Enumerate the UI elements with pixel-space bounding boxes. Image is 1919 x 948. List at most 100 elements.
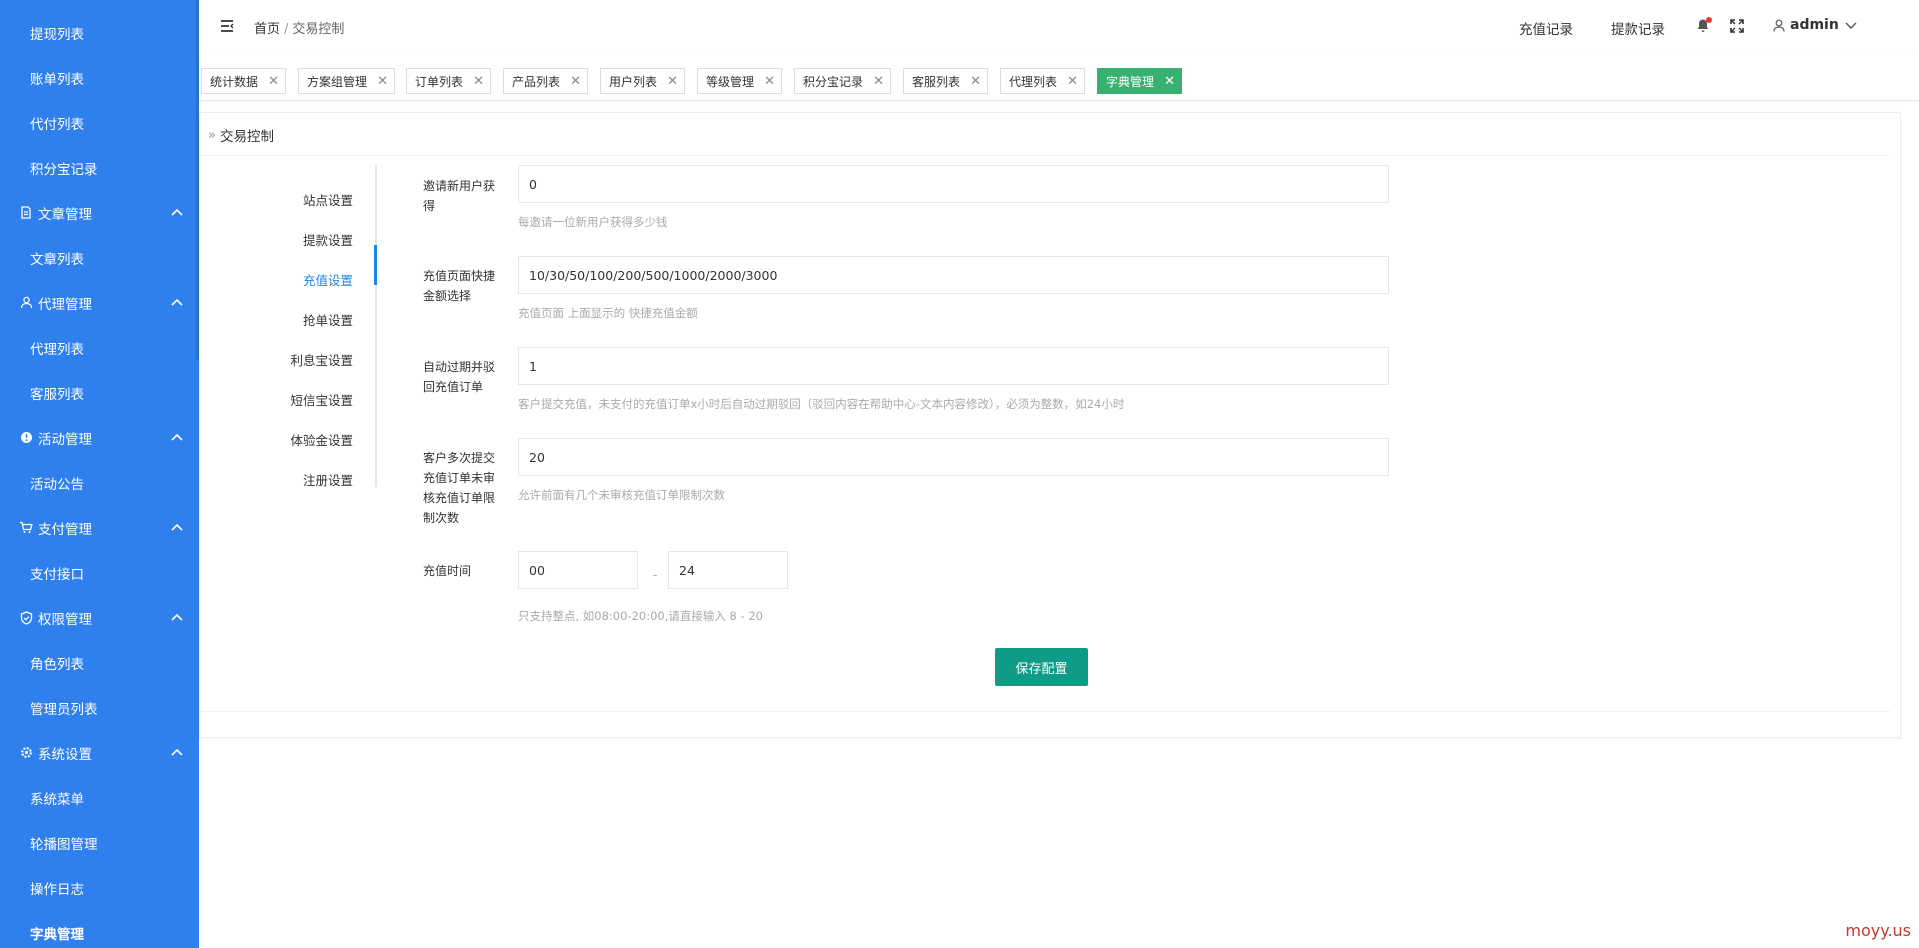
tab-agents[interactable]: 代理列表 ✕: [1000, 68, 1085, 94]
sidebar-item-points-record[interactable]: 积分宝记录: [0, 145, 199, 190]
sidebar-item-admin-list[interactable]: 管理员列表: [0, 685, 199, 730]
sidebar-group-label: 活动管理: [38, 431, 92, 448]
sidebar-item-announcements[interactable]: 活动公告: [0, 460, 199, 505]
sidebar-group-articles[interactable]: 文章管理: [0, 190, 199, 235]
breadcrumb-current: 交易控制: [292, 22, 345, 37]
quick-amounts-input[interactable]: 10/30/50/100/200/500/1000/2000/3000: [518, 256, 1389, 294]
recharge-time-start-input[interactable]: 00: [518, 551, 638, 589]
sidebar-item-label: 角色列表: [30, 656, 84, 673]
user-menu[interactable]: admin: [1773, 17, 1858, 33]
sidebar-item-article-list[interactable]: 文章列表: [0, 235, 199, 280]
close-icon[interactable]: ✕: [473, 74, 484, 89]
settings-nav-interest[interactable]: 利息宝设置: [290, 350, 353, 369]
divider: [200, 711, 1890, 712]
sidebar-item-support-list[interactable]: 客服列表: [0, 370, 199, 415]
sidebar-group-permissions[interactable]: 权限管理: [0, 595, 199, 640]
settings-nav-recharge[interactable]: 充值设置: [303, 270, 353, 289]
sidebar-group-activities[interactable]: 活动管理: [0, 415, 199, 460]
sidebar-group-payments[interactable]: 支付管理: [0, 505, 199, 550]
sidebar-item-label: 操作日志: [30, 881, 84, 898]
settings-nav-withdraw[interactable]: 提款设置: [303, 230, 353, 249]
sidebar-item-dictionary[interactable]: 字典管理: [0, 910, 199, 948]
auto-expire-input[interactable]: 1: [518, 347, 1389, 385]
sidebar-item-carousel[interactable]: 轮播图管理: [0, 820, 199, 865]
sidebar-group-label: 支付管理: [38, 521, 92, 538]
sidebar-item-agent-list[interactable]: 代理列表: [0, 325, 199, 370]
tab-statistics[interactable]: 统计数据 ✕: [201, 68, 286, 94]
sidebar-item-role-list[interactable]: 角色列表: [0, 640, 199, 685]
tab-orders[interactable]: 订单列表 ✕: [406, 68, 491, 94]
close-icon[interactable]: ✕: [377, 74, 388, 89]
tab-label: 字典管理: [1106, 74, 1155, 89]
sidebar-item-system-menu[interactable]: 系统菜单: [0, 775, 199, 820]
sidebar-item-label: 代付列表: [30, 116, 84, 133]
breadcrumb: 首页 / 交易控制: [254, 18, 344, 37]
tab-label: 订单列表: [415, 74, 464, 89]
sidebar-item-label: 字典管理: [30, 926, 84, 943]
settings-nav-sms[interactable]: 短信宝设置: [290, 390, 353, 409]
settings-nav-grab-order[interactable]: 抢单设置: [303, 310, 353, 329]
close-icon[interactable]: ✕: [667, 74, 678, 89]
recharge-time-end-input[interactable]: 24: [668, 551, 788, 589]
auto-expire-help: 客户提交充值，未支付的充值订单x小时后自动过期驳回（驳回内容在帮助中心-文本内容…: [518, 397, 1125, 411]
sidebar-item-bill-list[interactable]: 账单列表: [0, 55, 199, 100]
recharge-time-help: 只支持整点, 如08:00-20:00,请直接输入 8 - 20: [518, 609, 763, 623]
settings-nav-trial-fund[interactable]: 体验金设置: [290, 430, 353, 449]
withdraw-records-link[interactable]: 提款记录: [1611, 18, 1665, 38]
invite-reward-label: 邀请新用户获得: [423, 179, 496, 213]
settings-nav-register[interactable]: 注册设置: [303, 470, 353, 489]
pending-limit-input[interactable]: 20: [518, 438, 1389, 476]
close-icon[interactable]: ✕: [1164, 74, 1175, 89]
fullscreen-icon[interactable]: [1730, 19, 1744, 33]
tab-products[interactable]: 产品列表 ✕: [503, 68, 588, 94]
sidebar-item-payout-list[interactable]: 代付列表: [0, 100, 199, 145]
sidebar-item-label: 积分宝记录: [30, 161, 98, 178]
sidebar-group-label: 文章管理: [38, 206, 92, 223]
document-icon: [18, 206, 34, 219]
page-title: » 交易控制: [208, 125, 274, 146]
sidebar-item-payment-api[interactable]: 支付接口: [0, 550, 199, 595]
sidebar-group-label: 权限管理: [38, 611, 92, 628]
sidebar-group-agents[interactable]: 代理管理: [0, 280, 199, 325]
sidebar-group-system[interactable]: 系统设置: [0, 730, 199, 775]
settings-nav-site[interactable]: 站点设置: [303, 190, 353, 209]
tab-points-record[interactable]: 积分宝记录 ✕: [794, 68, 891, 94]
sidebar-item-operation-log[interactable]: 操作日志: [0, 865, 199, 910]
recharge-records-link[interactable]: 充值记录: [1519, 18, 1573, 38]
close-icon[interactable]: ✕: [570, 74, 581, 89]
user-icon: [1773, 19, 1785, 32]
menu-toggle-icon[interactable]: [219, 18, 235, 34]
breadcrumb-home[interactable]: 首页: [254, 22, 280, 37]
top-header: 首页 / 交易控制 充值记录 提款记录 admin: [199, 0, 1919, 57]
close-icon[interactable]: ✕: [268, 74, 279, 89]
invite-reward-input[interactable]: 0: [518, 165, 1389, 203]
tab-users[interactable]: 用户列表 ✕: [600, 68, 685, 94]
tab-plan-groups[interactable]: 方案组管理 ✕: [298, 68, 395, 94]
settings-nav: 站点设置 提款设置 充值设置 抢单设置 利息宝设置 短信宝设置 体验金设置 注册…: [200, 165, 377, 489]
tab-label: 代理列表: [1009, 74, 1058, 89]
close-icon[interactable]: ✕: [970, 74, 981, 89]
sidebar-item-label: 系统菜单: [30, 791, 84, 808]
cart-icon: [18, 521, 34, 534]
chevron-up-icon: [169, 519, 185, 535]
close-icon[interactable]: ✕: [873, 74, 884, 89]
tab-dictionary[interactable]: 字典管理 ✕: [1097, 68, 1182, 94]
sidebar-item-withdraw-list[interactable]: 提现列表: [0, 10, 199, 55]
tab-label: 等级管理: [706, 74, 755, 89]
close-icon[interactable]: ✕: [764, 74, 775, 89]
tab-label: 积分宝记录: [803, 74, 864, 89]
bell-icon[interactable]: [1696, 17, 1712, 34]
watermark: moyy.us: [1845, 921, 1911, 940]
header-actions: 充值记录 提款记录 admin: [1519, 0, 1919, 56]
close-icon[interactable]: ✕: [1067, 74, 1078, 89]
tab-support[interactable]: 客服列表 ✕: [903, 68, 988, 94]
user-icon: [18, 296, 34, 309]
username: admin: [1790, 17, 1839, 33]
save-config-button[interactable]: 保存配置: [995, 648, 1088, 686]
sidebar-group-label: 系统设置: [38, 746, 92, 763]
sidebar-item-label: 活动公告: [30, 476, 84, 493]
tab-label: 方案组管理: [307, 74, 368, 89]
breadcrumb-separator: /: [284, 22, 289, 37]
sidebar-item-label: 文章列表: [30, 251, 84, 268]
tab-levels[interactable]: 等级管理 ✕: [697, 68, 782, 94]
